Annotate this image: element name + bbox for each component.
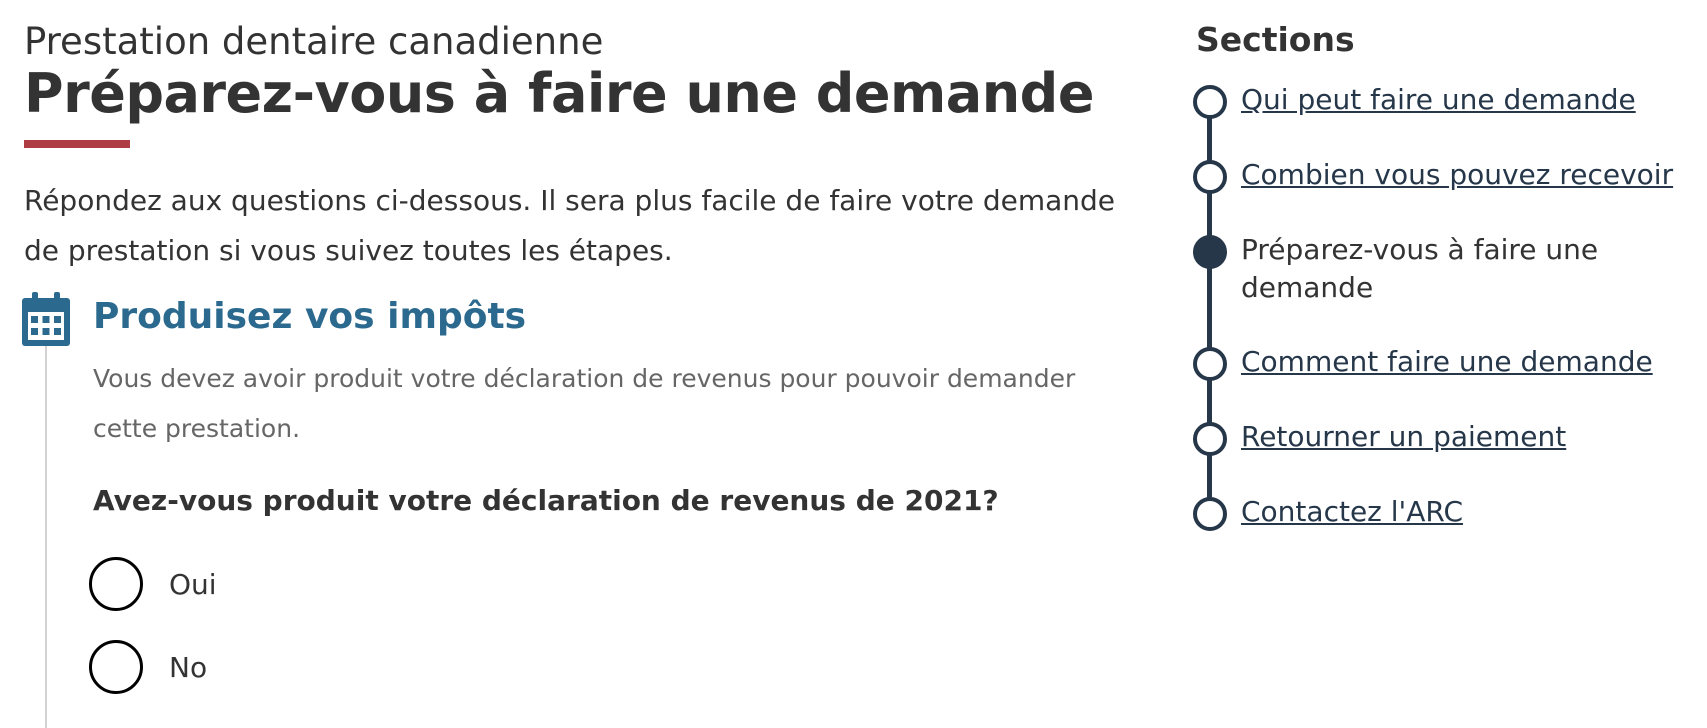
section-link-comment[interactable]: Comment faire une demande <box>1241 343 1653 381</box>
section-link-contactez[interactable]: Contactez l'ARC <box>1241 493 1463 531</box>
step-circle-icon <box>1193 85 1227 119</box>
step-connector-line <box>45 340 47 728</box>
step-circle-icon <box>1193 497 1227 531</box>
section-link-qui-peut[interactable]: Qui peut faire une demande <box>1241 81 1636 119</box>
radio-option-no[interactable]: No <box>89 640 207 694</box>
section-item-comment[interactable]: Comment faire une demande <box>1193 343 1653 381</box>
main-content: Prestation dentaire canadienne Préparez-… <box>22 0 1134 728</box>
section-item-contactez[interactable]: Contactez l'ARC <box>1193 493 1463 531</box>
page-title: Préparez-vous à faire une demande <box>24 62 1094 125</box>
step-description: Vous devez avoir produit votre déclarati… <box>93 364 1076 443</box>
radio-label-no[interactable]: No <box>169 651 207 684</box>
intro-text: Répondez aux questions ci-dessous. Il se… <box>24 184 1116 267</box>
section-item-preparez: Préparez-vous à faire une demande <box>1193 231 1641 307</box>
radio-label-oui[interactable]: Oui <box>169 568 217 601</box>
page-supertitle: Prestation dentaire canadienne <box>24 20 604 63</box>
radio-option-oui[interactable]: Oui <box>89 557 217 611</box>
current-step-circle-icon <box>1193 235 1227 269</box>
section-current-preparez: Préparez-vous à faire une demande <box>1241 233 1599 304</box>
section-link-combien[interactable]: Combien vous pouvez recevoir <box>1241 156 1673 194</box>
radio-button-no[interactable] <box>89 640 143 694</box>
radio-button-oui[interactable] <box>89 557 143 611</box>
step-circle-icon <box>1193 160 1227 194</box>
title-underline <box>24 140 130 148</box>
section-item-retourner[interactable]: Retourner un paiement <box>1193 418 1566 456</box>
section-link-retourner[interactable]: Retourner un paiement <box>1241 418 1566 456</box>
step-circle-icon <box>1193 347 1227 381</box>
calendar-icon <box>22 292 70 346</box>
section-item-combien[interactable]: Combien vous pouvez recevoir <box>1193 156 1673 194</box>
step-circle-icon <box>1193 422 1227 456</box>
step-title: Produisez vos impôts <box>93 296 527 337</box>
sections-title: Sections <box>1196 20 1355 59</box>
tax-question: Avez-vous produit votre déclaration de r… <box>93 484 999 517</box>
sections-nav: Sections Qui peut faire une demande Comb… <box>1193 0 1696 600</box>
section-item-qui-peut[interactable]: Qui peut faire une demande <box>1193 81 1636 119</box>
